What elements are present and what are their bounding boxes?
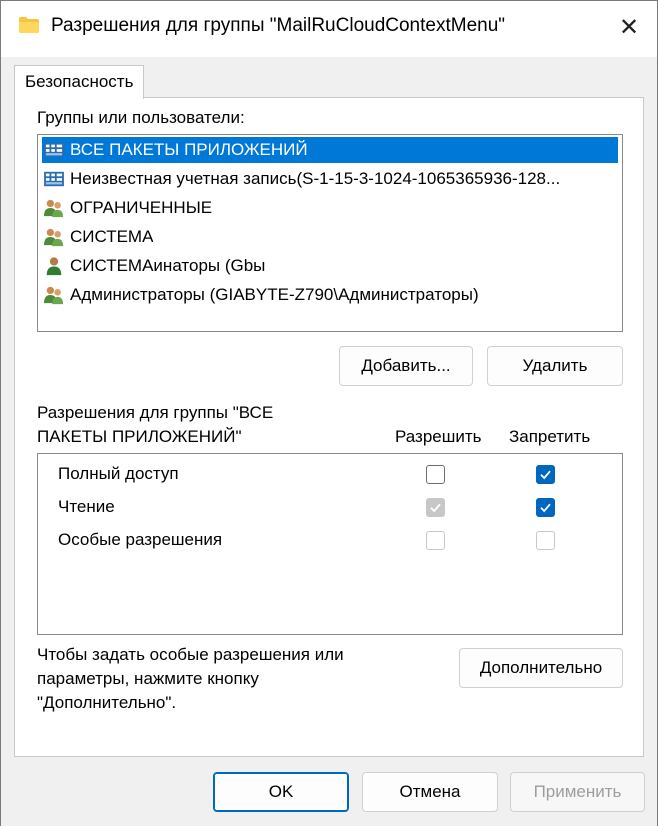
permission-row: Чтение: [38, 493, 622, 523]
advanced-hint-line1: Чтобы задать особые разрешения или: [37, 645, 344, 664]
list-item[interactable]: СИСТЕМАинаторы (Gbы: [42, 253, 618, 279]
add-button[interactable]: Добавить...: [339, 346, 473, 386]
app-packages-icon: [42, 168, 66, 190]
deny-column-header: Запретить: [509, 427, 591, 446]
close-button[interactable]: ✕: [601, 1, 657, 53]
folder-icon: [19, 17, 39, 33]
groups-list[interactable]: ВСЕ ПАКЕТЫ ПРИЛОЖЕНИЙ Неизвестная учетная…: [37, 134, 623, 332]
window-title: Разрешения для группы "MailRuCloudContex…: [51, 15, 506, 36]
users-group-icon: [42, 226, 66, 248]
groups-label: Группы или пользователи:: [37, 108, 245, 127]
dialog-body: Безопасность Группы или пользователи: ВС…: [1, 57, 657, 826]
permission-row: Особые разрешения: [38, 526, 622, 556]
advanced-hint-line3: "Дополнительно".: [37, 693, 177, 712]
list-item-label: ОГРАНИЧЕННЫЕ: [70, 198, 213, 217]
allow-column-header: Разрешить: [395, 427, 482, 446]
list-item-label: ВСЕ ПАКЕТЫ ПРИЛОЖЕНИЙ: [70, 140, 308, 160]
deny-checkbox[interactable]: [536, 465, 555, 484]
security-tab-panel: Группы или пользователи: ВСЕ ПАКЕТЫ ПРИЛ…: [14, 97, 644, 757]
list-item-label: СИСТЕМАинаторы (Gbы: [70, 256, 266, 275]
close-icon: ✕: [618, 13, 640, 41]
list-item[interactable]: ОГРАНИЧЕННЫЕ: [42, 195, 618, 221]
user-icon: [42, 255, 66, 277]
remove-button[interactable]: Удалить: [487, 346, 623, 386]
list-item[interactable]: ВСЕ ПАКЕТЫ ПРИЛОЖЕНИЙ: [42, 137, 618, 163]
permission-name: Полный доступ: [58, 464, 179, 483]
users-group-icon: [42, 284, 66, 306]
list-item[interactable]: СИСТЕМА: [42, 224, 618, 250]
permissions-label-line2: ПАКЕТЫ ПРИЛОЖЕНИЙ": [37, 427, 242, 446]
list-item-label: СИСТЕМА: [70, 227, 154, 246]
permissions-label-line1: Разрешения для группы "ВСЕ: [37, 403, 274, 422]
cancel-button[interactable]: Отмена: [362, 772, 498, 812]
permissions-list: Полный доступ Чтение Особые разрешения: [37, 453, 623, 635]
allow-checkbox[interactable]: [426, 498, 445, 517]
advanced-button[interactable]: Дополнительно: [459, 648, 623, 688]
advanced-hint-line2: параметры, нажмите кнопку: [37, 669, 259, 688]
list-item[interactable]: Неизвестная учетная запись(S-1-15-3-1024…: [42, 166, 618, 192]
permission-name: Особые разрешения: [58, 530, 223, 549]
list-item[interactable]: Администраторы (GIABYTE-Z790\Администрат…: [42, 282, 618, 308]
list-item-label: Неизвестная учетная запись(S-1-15-3-1024…: [70, 169, 561, 188]
allow-checkbox[interactable]: [426, 531, 445, 550]
permissions-dialog: Разрешения для группы "MailRuCloudContex…: [0, 0, 658, 826]
apply-button[interactable]: Применить: [510, 772, 645, 812]
allow-checkbox[interactable]: [426, 465, 445, 484]
tab-security[interactable]: Безопасность: [14, 65, 145, 99]
permission-row: Полный доступ: [38, 460, 622, 490]
deny-checkbox[interactable]: [536, 531, 555, 550]
deny-checkbox[interactable]: [536, 498, 555, 517]
list-item-label: Администраторы (GIABYTE-Z790\Администрат…: [70, 285, 479, 304]
permission-name: Чтение: [58, 497, 115, 516]
users-group-icon: [42, 197, 66, 219]
title-bar: Разрешения для группы "MailRuCloudContex…: [1, 1, 657, 57]
app-packages-icon: [42, 139, 66, 161]
ok-button[interactable]: OK: [213, 772, 349, 812]
